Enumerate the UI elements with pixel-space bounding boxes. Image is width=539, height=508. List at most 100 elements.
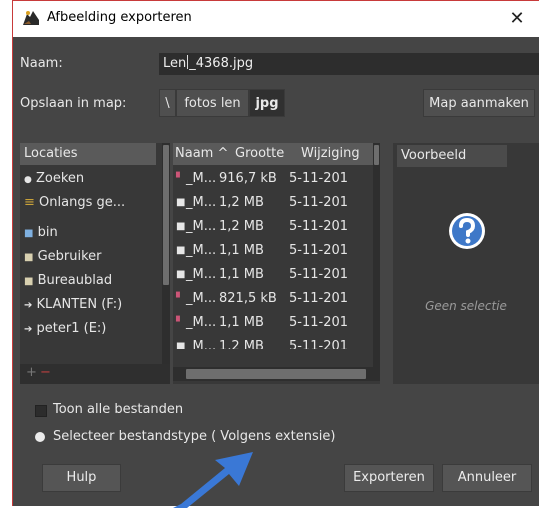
- file-date: 5-11-201: [289, 243, 349, 258]
- places-scroll-thumb[interactable]: [163, 145, 169, 285]
- place-klanten[interactable]: ➔ KLANTEN (F:): [20, 293, 156, 317]
- drive-icon: ➔: [24, 300, 33, 311]
- file-date: 5-11-201: [289, 219, 349, 234]
- place-label: bin: [37, 225, 58, 240]
- file-name: _M...: [186, 339, 217, 349]
- file-name: _M...: [186, 291, 217, 306]
- file-name: _M...: [186, 243, 217, 258]
- file-row[interactable]: ▘ _M... 916,7 kB 5-11-201: [173, 167, 366, 191]
- place-label: KLANTEN (F:): [36, 297, 123, 312]
- file-size: 1,1 MB: [219, 315, 264, 330]
- file-name: _M...: [186, 219, 217, 234]
- file-size: 1,1 MB: [219, 243, 264, 258]
- files-hscroll-thumb[interactable]: [186, 369, 366, 379]
- place-label: peter1 (E:): [36, 321, 107, 336]
- search-icon: ●: [24, 175, 32, 185]
- place-label: Onlangs ge...: [39, 195, 126, 210]
- file-row[interactable]: ■ _M... 1,1 MB 5-11-201: [173, 263, 366, 287]
- file-size: 821,5 kB: [219, 291, 277, 306]
- file-row[interactable]: ■ _M... 1,2 MB 5-11-201: [173, 215, 366, 239]
- remove-place-button[interactable]: −: [40, 365, 51, 380]
- places-header: Locaties: [20, 143, 156, 165]
- file-icon: ■: [176, 269, 186, 280]
- column-date-header[interactable]: Wijziging: [301, 143, 360, 165]
- show-all-checkbox[interactable]: [35, 405, 47, 417]
- file-name: _M...: [186, 195, 217, 210]
- place-search[interactable]: ● Zoeken: [20, 167, 156, 191]
- file-date: 5-11-201: [289, 267, 349, 282]
- file-type-label[interactable]: Selecteer bestandstype ( Volgens extensi…: [53, 429, 335, 444]
- save-in-label: Opslaan in map:: [20, 96, 127, 111]
- file-name: _M...: [186, 315, 217, 330]
- file-type-expander[interactable]: [35, 432, 45, 442]
- file-row[interactable]: ▘ _M... 821,5 kB 5-11-201: [173, 287, 366, 311]
- preview-header: Voorbeeld: [397, 145, 507, 167]
- image-file-icon: ▘: [176, 173, 184, 184]
- file-row[interactable]: ■ _M... 1,1 MB 5-11-201: [173, 239, 366, 263]
- files-panel: Naam ^ Grootte Wijziging ▘ _M... 916,7 k…: [173, 143, 380, 384]
- show-all-label: Toon alle bestanden: [53, 402, 184, 417]
- recent-icon: ≡: [24, 195, 35, 210]
- file-name: _M...: [186, 267, 217, 282]
- place-label: Bureaublad: [37, 273, 113, 288]
- place-bin[interactable]: ■ bin: [20, 221, 156, 245]
- place-label: Zoeken: [36, 171, 85, 186]
- add-place-button[interactable]: +: [26, 365, 37, 380]
- filename-input[interactable]: Len _4368.jpg: [159, 53, 539, 75]
- place-gebruiker[interactable]: ■ Gebruiker: [20, 245, 156, 269]
- file-size: 1,2 MB: [219, 339, 264, 349]
- places-scrollbar[interactable]: [162, 143, 170, 364]
- no-selection-text: Geen selectie: [425, 299, 507, 313]
- column-name-header[interactable]: Naam ^: [175, 143, 228, 165]
- files-vscroll-thumb[interactable]: [374, 145, 379, 165]
- export-button[interactable]: Exporteren: [344, 464, 434, 492]
- file-row[interactable]: ■ _M... 1,2 MB 5-11-201: [173, 335, 366, 349]
- file-size: 916,7 kB: [219, 171, 277, 186]
- filename-text-end: _4368.jpg: [189, 56, 254, 71]
- file-name: _M...: [186, 171, 217, 186]
- file-date: 5-11-201: [289, 195, 349, 210]
- create-folder-button[interactable]: Map aanmaken: [423, 89, 535, 117]
- filename-text-start: Len: [163, 56, 187, 71]
- cancel-button[interactable]: Annuleer: [442, 464, 532, 492]
- file-date: 5-11-201: [289, 171, 349, 186]
- files-header: Naam ^ Grootte Wijziging: [173, 143, 373, 165]
- file-icon: ■: [176, 197, 186, 208]
- image-file-icon: ▘: [176, 293, 184, 304]
- title-bar: Afbeelding exporteren ✕: [13, 1, 539, 37]
- file-size: 1,1 MB: [219, 267, 264, 282]
- place-peter1[interactable]: ➔ peter1 (E:): [20, 317, 156, 341]
- file-icon: ■: [176, 341, 186, 349]
- files-vscrollbar[interactable]: [373, 143, 380, 367]
- drive-icon: ➔: [24, 324, 33, 335]
- preview-panel: Voorbeeld Geen selectie: [393, 143, 539, 384]
- name-label: Naam:: [20, 56, 63, 71]
- file-size: 1,2 MB: [219, 219, 264, 234]
- file-date: 5-11-201: [289, 315, 349, 330]
- annotation-arrow: [173, 452, 253, 508]
- path-fotos-len-button[interactable]: fotos len: [176, 89, 249, 117]
- file-size: 1,2 MB: [219, 195, 264, 210]
- places-toolbar: + −: [20, 364, 170, 384]
- files-hscrollbar[interactable]: [173, 367, 380, 381]
- place-recent[interactable]: ≡ Onlangs ge...: [20, 191, 156, 215]
- help-button[interactable]: Hulp: [42, 464, 121, 492]
- folder-icon: ■: [24, 252, 34, 263]
- question-icon: [449, 213, 485, 249]
- column-size-header[interactable]: Grootte: [235, 143, 284, 165]
- folder-icon: ■: [24, 228, 34, 239]
- close-button[interactable]: ✕: [505, 7, 529, 31]
- place-bureaublad[interactable]: ■ Bureaublad: [20, 269, 156, 293]
- path-root-button[interactable]: \: [159, 89, 176, 117]
- window-title: Afbeelding exporteren: [47, 10, 192, 25]
- gimp-icon: [21, 8, 41, 28]
- file-row[interactable]: ▘ _M... 1,1 MB 5-11-201: [173, 311, 366, 335]
- file-date: 5-11-201: [289, 339, 349, 349]
- file-date: 5-11-201: [289, 291, 349, 306]
- path-jpg-button[interactable]: jpg: [249, 89, 285, 117]
- image-file-icon: ▘: [176, 317, 184, 328]
- folder-icon: ■: [24, 276, 34, 287]
- file-icon: ■: [176, 245, 186, 256]
- places-panel: Locaties ● Zoeken ≡ Onlangs ge... ■ bin …: [20, 143, 170, 384]
- file-row[interactable]: ■ _M... 1,2 MB 5-11-201: [173, 191, 366, 215]
